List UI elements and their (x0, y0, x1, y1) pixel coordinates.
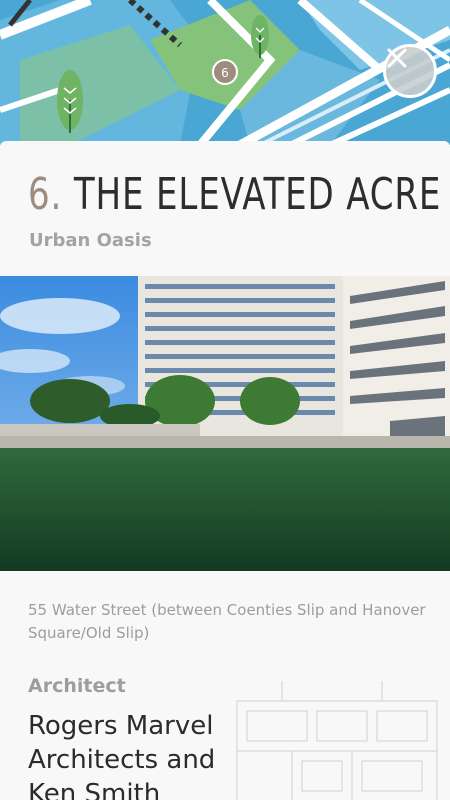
architect-name: Rogers Marvel Architects and Ken Smith (28, 711, 216, 800)
page-title: 6. THE ELEVATED ACRE (28, 169, 441, 220)
site-address: 55 Water Street (between Coenties Slip a… (28, 601, 426, 642)
site-detail-card: 6. THE ELEVATED ACRE Urban Oasis 55 Wate… (0, 141, 450, 800)
site-plan-drawing (236, 681, 438, 800)
map-marker-label: 6 (221, 66, 229, 80)
close-icon (387, 48, 407, 68)
site-name: THE ELEVATED ACRE (73, 169, 442, 220)
architect-label: Architect (28, 675, 126, 697)
close-button[interactable] (383, 44, 437, 98)
site-photo (0, 276, 450, 571)
site-number: 6. (28, 169, 63, 220)
site-subtitle: Urban Oasis (29, 230, 152, 251)
map-view[interactable]: 6 (0, 0, 450, 145)
